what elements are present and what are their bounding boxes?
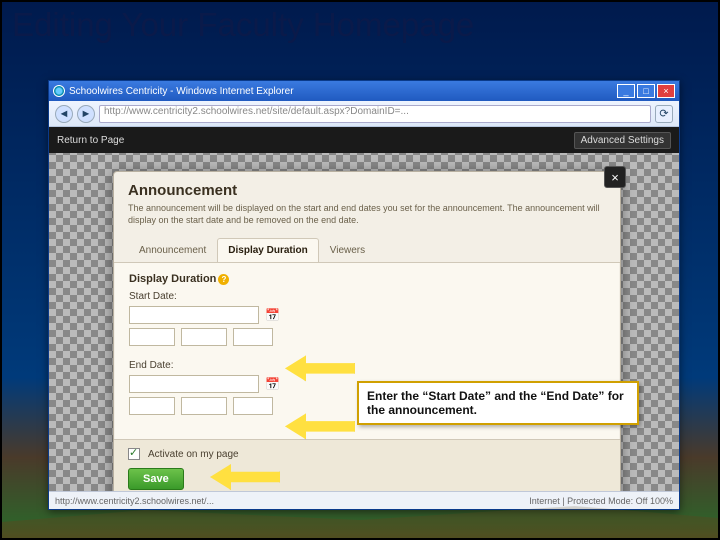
callout-dates: Enter the “Start Date” and the “End Date… xyxy=(357,381,639,425)
arrow-icon xyxy=(210,464,280,490)
close-icon[interactable]: × xyxy=(604,166,626,188)
tab-display-duration[interactable]: Display Duration xyxy=(217,238,318,262)
window-buttons: _ □ × xyxy=(617,84,675,98)
refresh-button[interactable]: ⟳ xyxy=(655,105,673,123)
activate-label: Activate on my page xyxy=(148,449,239,460)
end-date-input[interactable] xyxy=(129,375,259,393)
tab-viewers[interactable]: Viewers xyxy=(319,238,376,262)
modal-header: Announcement The announcement will be di… xyxy=(114,172,620,232)
modal-footer: Activate on my page xyxy=(114,439,620,468)
save-button[interactable]: Save xyxy=(128,468,184,490)
activate-checkbox[interactable] xyxy=(128,448,140,460)
browser-titlebar: Schoolwires Centricity - Windows Interne… xyxy=(49,81,679,101)
maximize-button[interactable]: □ xyxy=(637,84,655,98)
advanced-settings-button[interactable]: Advanced Settings xyxy=(574,132,671,149)
section-title: Display Duration? xyxy=(129,273,605,285)
browser-window: Schoolwires Centricity - Windows Interne… xyxy=(48,80,680,510)
modal-title: Announcement xyxy=(128,182,606,199)
end-date-label: End Date: xyxy=(129,360,605,371)
start-hour-input[interactable] xyxy=(129,328,175,346)
end-min-input[interactable] xyxy=(181,397,227,415)
close-window-button[interactable]: × xyxy=(657,84,675,98)
minimize-button[interactable]: _ xyxy=(617,84,635,98)
slide-title: Editing Your Faculty Homepage xyxy=(12,6,708,44)
ie-icon xyxy=(53,85,65,97)
end-ampm-input[interactable] xyxy=(233,397,273,415)
modal-body: Display Duration? Start Date: 📅 End Date… xyxy=(115,263,619,439)
status-left: http://www.centricity2.schoolwires.net/.… xyxy=(55,496,214,506)
window-title: Schoolwires Centricity - Windows Interne… xyxy=(69,86,294,97)
start-min-input[interactable] xyxy=(181,328,227,346)
announcement-modal: × Announcement The announcement will be … xyxy=(113,171,621,491)
cms-topbar: Return to Page Advanced Settings xyxy=(49,127,679,153)
start-date-input[interactable] xyxy=(129,306,259,324)
arrow-icon xyxy=(285,413,355,439)
tab-announcement[interactable]: Announcement xyxy=(128,238,217,262)
slide: Editing Your Faculty Homepage Schoolwire… xyxy=(0,0,720,540)
forward-button[interactable]: ► xyxy=(77,105,95,123)
end-hour-input[interactable] xyxy=(129,397,175,415)
page-viewport: Return to Page Advanced Settings × Annou… xyxy=(49,127,679,491)
modal-description: The announcement will be displayed on th… xyxy=(128,203,606,226)
modal-tabs: Announcement Display Duration Viewers xyxy=(114,238,620,263)
title-row: Editing Your Faculty Homepage xyxy=(2,2,718,44)
return-link[interactable]: Return to Page xyxy=(57,135,124,146)
status-right: Internet | Protected Mode: Off 100% xyxy=(529,496,673,506)
browser-toolbar: ◄ ► http://www.centricity2.schoolwires.n… xyxy=(49,101,679,127)
address-bar[interactable]: http://www.centricity2.schoolwires.net/s… xyxy=(99,105,651,123)
calendar-icon[interactable]: 📅 xyxy=(265,377,280,391)
start-date-label: Start Date: xyxy=(129,291,605,302)
help-icon[interactable]: ? xyxy=(218,274,229,285)
back-button[interactable]: ◄ xyxy=(55,105,73,123)
calendar-icon[interactable]: 📅 xyxy=(265,308,280,322)
browser-status-bar: http://www.centricity2.schoolwires.net/.… xyxy=(49,491,679,509)
start-ampm-input[interactable] xyxy=(233,328,273,346)
